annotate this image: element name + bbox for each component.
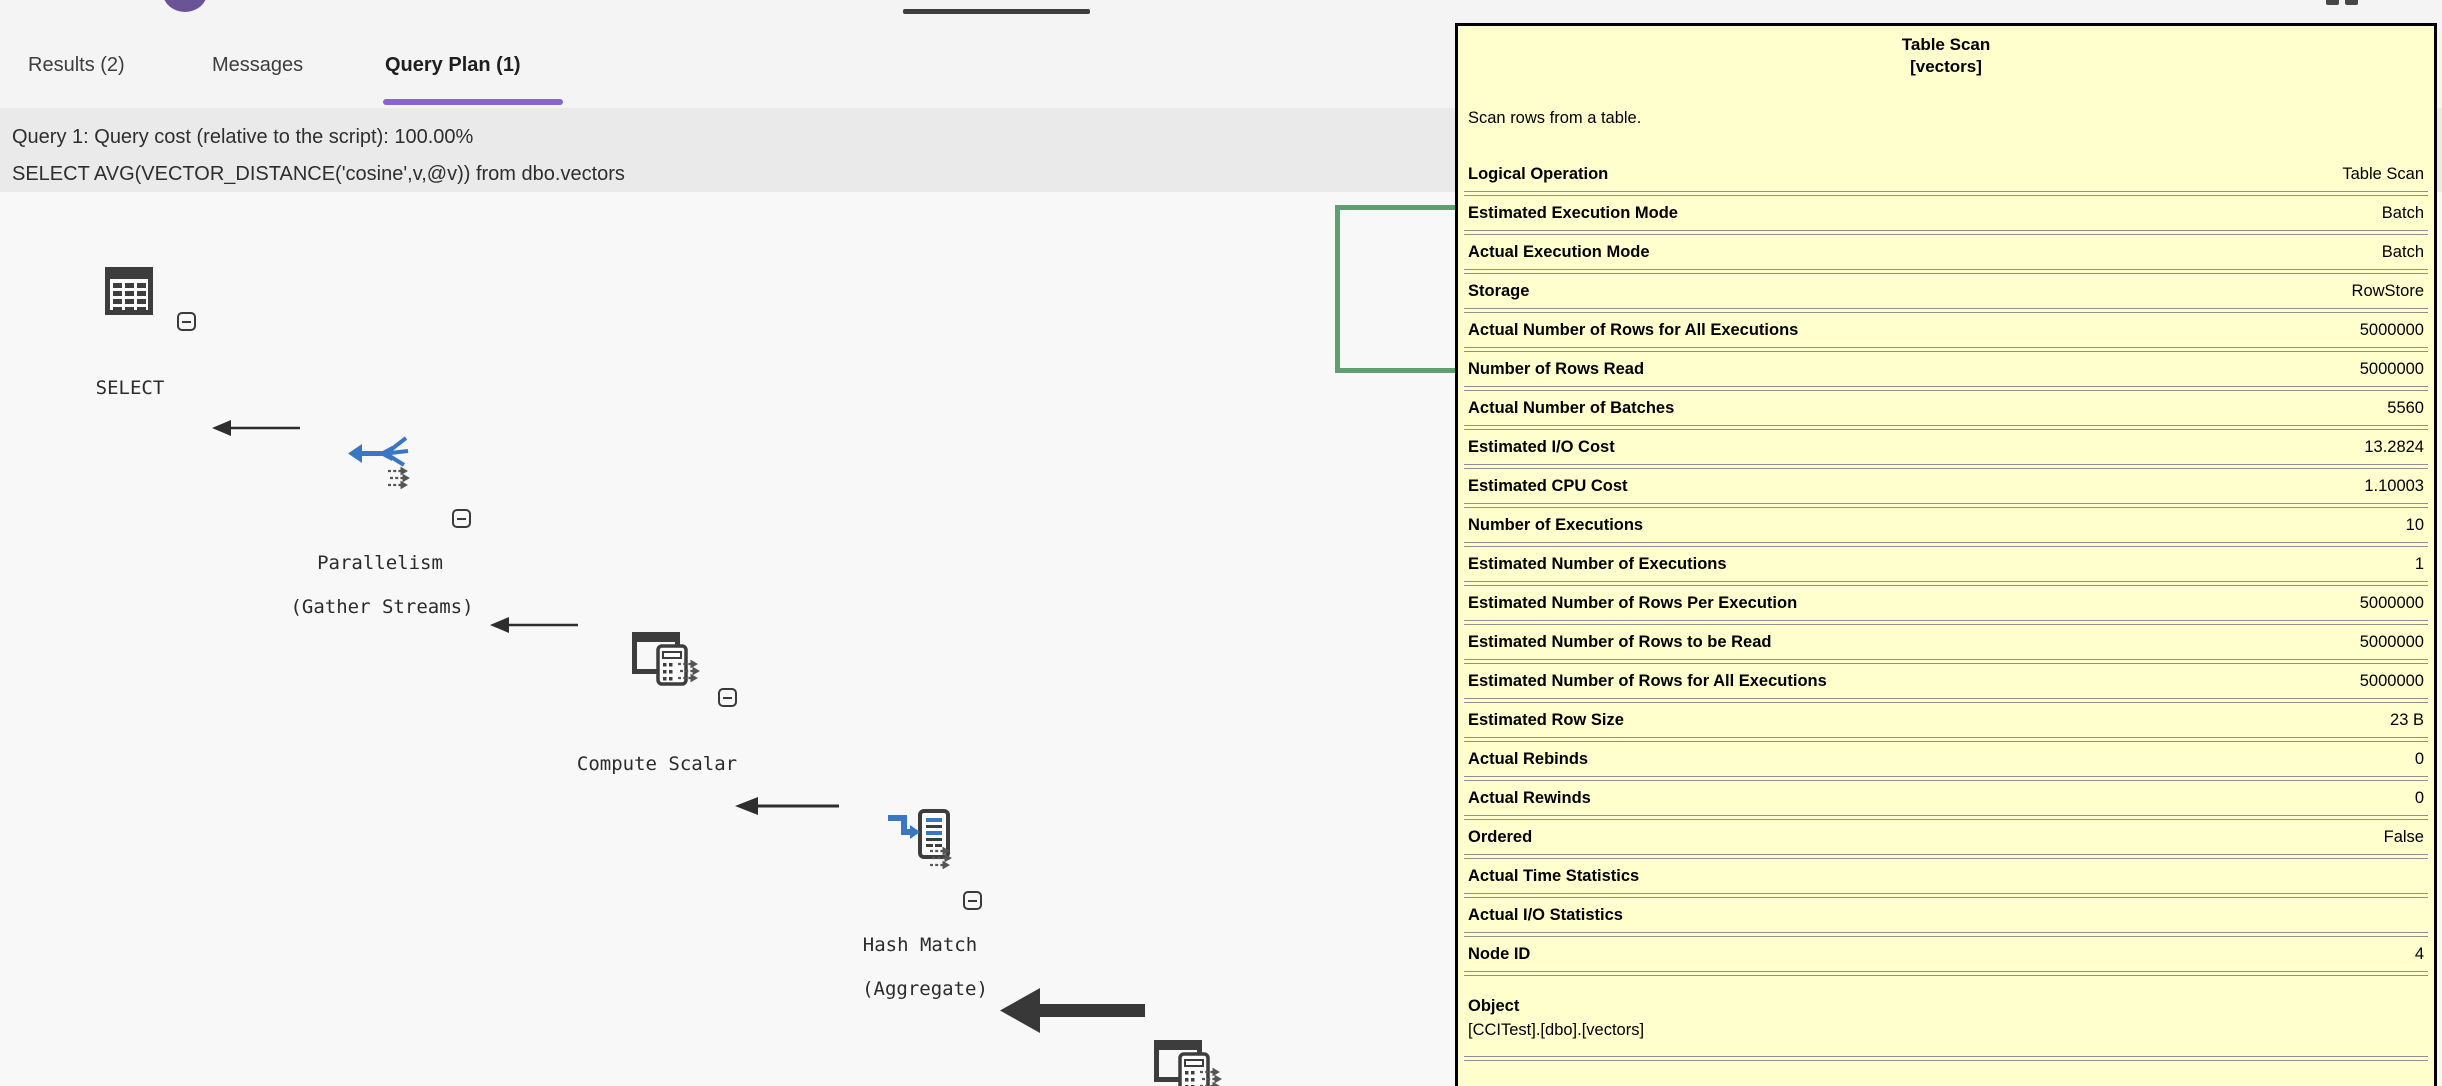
tooltip-row: Actual Number of Rows for All Executions… <box>1464 313 2428 347</box>
tooltip-row: Number of Executions 10 <box>1464 508 2428 542</box>
node-cost-percent: 0% <box>0 383 1597 405</box>
tooltip-row-value: 4 <box>2415 945 2424 964</box>
tooltip-row-label: Estimated CPU Cost <box>1468 477 1628 496</box>
tooltip-row-value: 5000000 <box>2360 633 2424 652</box>
truncated-toolbar-icon <box>2326 0 2339 5</box>
tab-results[interactable]: Results (2) <box>28 54 125 77</box>
tooltip-row-label: Estimated Number of Rows to be Read <box>1468 633 1771 652</box>
tooltip-row-label: Node ID <box>1468 945 1530 964</box>
tooltip-row-label: Actual I/O Statistics <box>1468 906 1623 925</box>
collapse-node-button[interactable] <box>452 509 471 528</box>
tooltip-row-value: 13.2824 <box>2364 438 2424 457</box>
tooltip-row-label: Logical Operation <box>1468 165 1608 184</box>
tooltip-row-value: RowStore <box>2352 282 2424 301</box>
node-cost-percent: 0% <box>0 216 1350 238</box>
tooltip-row-value: 5560 <box>2387 399 2424 418</box>
tooltip-row-value: Batch <box>2382 204 2424 223</box>
tooltip-row-label: Actual Number of Rows for All Executions <box>1468 321 1798 340</box>
tooltip-row-value: 10 <box>2406 516 2424 535</box>
tooltip-row: Node ID 4 <box>1464 937 2428 971</box>
tooltip-row-label: Actual Execution Mode <box>1468 243 1650 262</box>
collapse-node-button[interactable] <box>963 891 982 910</box>
tooltip-row-label: Estimated Number of Executions <box>1468 555 1727 574</box>
tooltip-row-label: Storage <box>1468 282 1529 301</box>
node-properties-tooltip: Table Scan [vectors] Scan rows from a ta… <box>1455 23 2437 1086</box>
tooltip-row-value: 5000000 <box>2360 594 2424 613</box>
tooltip-row: Estimated Execution Mode Batch <box>1464 196 2428 230</box>
tooltip-row-value: 1.10003 <box>2364 477 2424 496</box>
tooltip-object-section: Object [CCITest].[dbo].[vectors] <box>1464 994 2428 1042</box>
panel-drag-handle[interactable] <box>903 9 1090 14</box>
tooltip-row: Actual Execution Mode Batch <box>1464 235 2428 269</box>
tooltip-row-value: False <box>2384 828 2424 847</box>
tooltip-row: Actual Number of Batches 5560 <box>1464 391 2428 425</box>
tooltip-row-label: Ordered <box>1468 828 1532 847</box>
tab-query-plan[interactable]: Query Plan (1) <box>385 54 521 77</box>
tooltip-row-value: 5000000 <box>2360 360 2424 379</box>
tooltip-row: Estimated Number of Executions 1 <box>1464 547 2428 581</box>
truncated-toolbar-icon <box>2345 0 2358 5</box>
tab-messages[interactable]: Messages <box>212 54 303 77</box>
tooltip-object-label: Object <box>1468 994 2424 1018</box>
tooltip-row: Estimated Number of Rows to be Read 50000… <box>1464 625 2428 659</box>
tooltip-row: Ordered False <box>1464 820 2428 854</box>
tooltip-row-label: Actual Rebinds <box>1468 750 1588 769</box>
tooltip-row-value: 23 B <box>2390 711 2424 730</box>
tooltip-row: Actual Rebinds 0 <box>1464 742 2428 776</box>
collapse-node-button[interactable] <box>718 688 737 707</box>
tooltip-row-label: Actual Rewinds <box>1468 789 1591 808</box>
tooltip-row-value: Batch <box>2382 243 2424 262</box>
tooltip-rows: Logical Operation Table Scan Estimated Exe… <box>1464 157 2428 976</box>
tooltip-row-label: Actual Time Statistics <box>1468 867 1639 886</box>
tooltip-row-label: Number of Executions <box>1468 516 1643 535</box>
tooltip-row-value: 1 <box>2415 555 2424 574</box>
tooltip-row-label: Estimated Row Size <box>1468 711 1624 730</box>
tooltip-row: Estimated CPU Cost 1.10003 <box>1464 469 2428 503</box>
query-cost-line: Query 1: Query cost (relative to the scr… <box>12 126 473 149</box>
tooltip-row-divider <box>1464 971 2428 976</box>
tooltip-row: Estimated I/O Cost 13.2824 <box>1464 430 2428 464</box>
tooltip-row: Estimated Number of Rows Per Execution 50… <box>1464 586 2428 620</box>
tooltip-title: Table Scan <box>1464 34 2428 56</box>
tooltip-row-label: Estimated I/O Cost <box>1468 438 1615 457</box>
tooltip-row-value: 0 <box>2415 750 2424 769</box>
active-tab-underline <box>383 99 563 105</box>
tooltip-row-label: Estimated Execution Mode <box>1468 204 1678 223</box>
tooltip-row-label: Number of Rows Read <box>1468 360 1644 379</box>
tooltip-row: Actual I/O Statistics <box>1464 898 2428 932</box>
tooltip-row-label: Actual Number of Batches <box>1468 399 1674 418</box>
tooltip-row: Actual Rewinds 0 <box>1464 781 2428 815</box>
tooltip-subtitle: [vectors] <box>1464 56 2428 78</box>
tooltip-row: Estimated Row Size 23 B <box>1464 703 2428 737</box>
tooltip-row: Actual Time Statistics <box>1464 859 2428 893</box>
query-statement-line: SELECT AVG(VECTOR_DISTANCE('cosine',v,@v… <box>12 163 625 186</box>
tooltip-row-divider <box>1464 1056 2428 1061</box>
tooltip-row-label: Estimated Number of Rows for All Executi… <box>1468 672 1827 691</box>
status-dot-partial-icon <box>163 0 207 12</box>
node-label: Parallelism <box>0 552 1601 574</box>
collapse-node-button[interactable] <box>177 312 196 331</box>
tooltip-row-label: Estimated Number of Rows Per Execution <box>1468 594 1797 613</box>
tooltip-row: Number of Rows Read 5000000 <box>1464 352 2428 386</box>
tooltip-row-value: 5000000 <box>2360 321 2424 340</box>
tooltip-row: Estimated Number of Rows for All Executi… <box>1464 664 2428 698</box>
tooltip-row: Storage RowStore <box>1464 274 2428 308</box>
query-plan-view: Results (2) Messages Query Plan (1) Quer… <box>0 0 2442 1086</box>
tooltip-object-value: [CCITest].[dbo].[vectors] <box>1468 1018 2424 1042</box>
tooltip-row-value: 0 <box>2415 789 2424 808</box>
tooltip-row-value: 5000000 <box>2360 672 2424 691</box>
tooltip-row-value: Table Scan <box>2342 165 2424 184</box>
tooltip-row: Logical Operation Table Scan <box>1464 157 2428 191</box>
tooltip-description: Scan rows from a table. <box>1464 108 2428 128</box>
